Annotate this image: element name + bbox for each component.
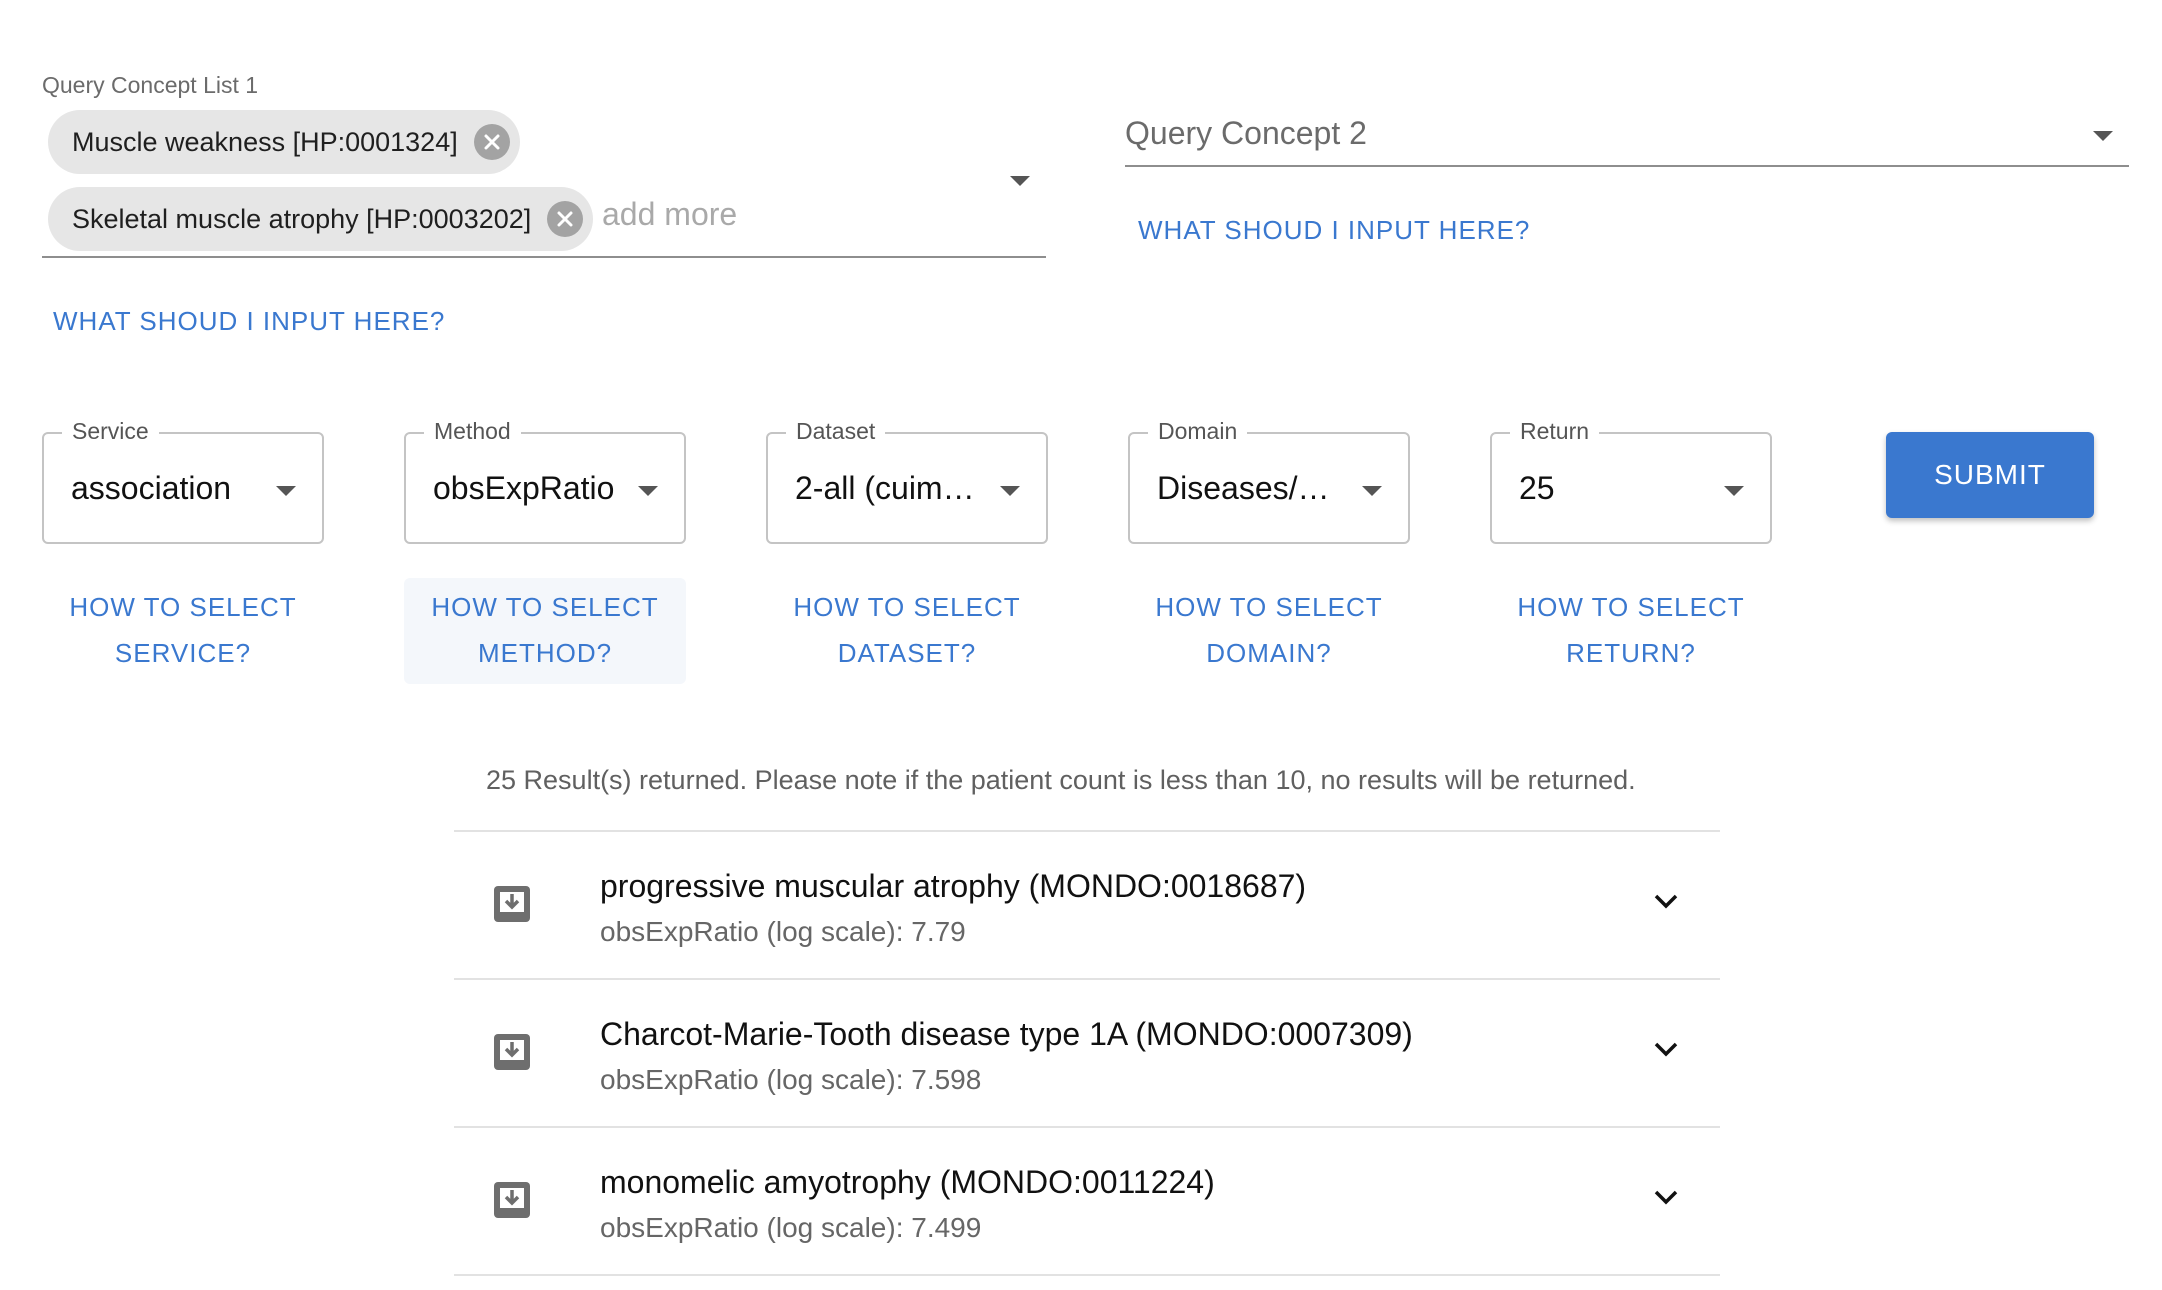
dataset-select-label: Dataset xyxy=(786,418,886,445)
dataset-select[interactable]: Dataset 2-all (cuim… xyxy=(766,418,1048,544)
add-more-placeholder[interactable]: add more xyxy=(602,196,737,233)
download-icon[interactable] xyxy=(492,1180,532,1220)
results-count-note: 25 Result(s) returned. Please note if th… xyxy=(486,765,1636,795)
remove-chip-icon[interactable] xyxy=(473,124,510,160)
help-line: HOW TO SELECT xyxy=(793,592,1021,622)
query2-help-link[interactable]: WHAT SHOUD I INPUT HERE? xyxy=(1138,207,1530,253)
help-line: HOW TO SELECT xyxy=(431,592,659,622)
how-to-select-dataset-link[interactable]: HOW TO SELECT DATASET? xyxy=(766,578,1048,684)
result-row[interactable]: Charcot-Marie-Tooth disease type 1A (MON… xyxy=(454,980,1720,1128)
how-to-select-domain-link[interactable]: HOW TO SELECT DOMAIN? xyxy=(1128,578,1410,684)
help-line: DOMAIN? xyxy=(1206,638,1332,668)
concept-chip: Skeletal muscle atrophy [HP:0003202] xyxy=(48,187,594,251)
return-select[interactable]: Return 25 xyxy=(1490,418,1772,544)
return-select-label: Return xyxy=(1510,418,1600,445)
dropdown-caret-icon xyxy=(1362,486,1382,496)
method-select-value: obsExpRatio xyxy=(433,470,615,506)
service-select[interactable]: Service association xyxy=(42,418,324,544)
help-line: DATASET? xyxy=(837,638,977,668)
domain-select-value: Diseases/… xyxy=(1157,470,1330,506)
submit-button[interactable]: SUBMIT xyxy=(1886,432,2094,518)
help-line: HOW TO SELECT xyxy=(1517,592,1745,622)
download-icon[interactable] xyxy=(492,1032,532,1072)
help-line: HOW TO SELECT xyxy=(1155,592,1383,622)
remove-chip-icon[interactable] xyxy=(547,201,584,237)
help-line: HOW TO SELECT xyxy=(69,592,297,622)
result-title: monomelic amyotrophy (MONDO:0011224) xyxy=(600,1164,1215,1200)
dataset-select-value: 2-all (cuim… xyxy=(795,470,975,506)
help-line: RETURN? xyxy=(1566,638,1696,668)
help-line: SERVICE? xyxy=(114,638,252,668)
service-select-label: Service xyxy=(62,418,159,445)
dropdown-caret-icon xyxy=(1724,486,1744,496)
dropdown-caret-icon[interactable] xyxy=(2093,131,2113,141)
method-select-label: Method xyxy=(424,418,521,445)
query1-help-link[interactable]: WHAT SHOUD I INPUT HERE? xyxy=(53,298,445,344)
concept-chip: Muscle weakness [HP:0001324] xyxy=(48,110,520,174)
domain-select-label: Domain xyxy=(1148,418,1248,445)
chip-label: Muscle weakness [HP:0001324] xyxy=(72,126,458,157)
result-title: progressive muscular atrophy (MONDO:0018… xyxy=(600,868,1307,904)
chevron-down-icon[interactable] xyxy=(1652,892,1680,912)
result-score: obsExpRatio (log scale): 7.79 xyxy=(600,916,966,947)
dropdown-caret-icon xyxy=(276,486,296,496)
dropdown-caret-icon[interactable] xyxy=(1010,176,1030,186)
chevron-down-icon[interactable] xyxy=(1652,1040,1680,1060)
page: Query Concept List 1 Muscle weakness [HP… xyxy=(0,0,2162,1290)
chip-label: Skeletal muscle atrophy [HP:0003202] xyxy=(72,203,532,234)
dropdown-caret-icon xyxy=(638,486,658,496)
result-row[interactable]: progressive muscular atrophy (MONDO:0018… xyxy=(454,832,1720,980)
query-concept-2-input[interactable]: Query Concept 2 xyxy=(1125,105,2129,167)
dropdown-caret-icon xyxy=(1000,486,1020,496)
result-title: Charcot-Marie-Tooth disease type 1A (MON… xyxy=(600,1016,1413,1052)
result-score: obsExpRatio (log scale): 7.499 xyxy=(600,1212,982,1243)
how-to-select-return-link[interactable]: HOW TO SELECT RETURN? xyxy=(1490,578,1772,684)
how-to-select-method-link[interactable]: HOW TO SELECT METHOD? xyxy=(404,578,686,684)
results-list: progressive muscular atrophy (MONDO:0018… xyxy=(454,830,1720,1276)
how-to-select-service-link[interactable]: HOW TO SELECT SERVICE? xyxy=(42,578,324,684)
download-icon[interactable] xyxy=(492,884,532,924)
query-concept-2-placeholder: Query Concept 2 xyxy=(1125,115,1367,151)
query-concept-list-1-input[interactable]: Muscle weakness [HP:0001324] Skeletal mu… xyxy=(42,102,1046,258)
return-select-value: 25 xyxy=(1519,470,1555,506)
service-select-value: association xyxy=(71,470,232,506)
domain-select[interactable]: Domain Diseases/… xyxy=(1128,418,1410,544)
result-score: obsExpRatio (log scale): 7.598 xyxy=(600,1064,982,1095)
method-select[interactable]: Method obsExpRatio xyxy=(404,418,686,544)
chevron-down-icon[interactable] xyxy=(1652,1188,1680,1208)
help-line: METHOD? xyxy=(477,638,613,668)
query-concept-list-1-label: Query Concept List 1 xyxy=(42,72,259,98)
result-row[interactable]: monomelic amyotrophy (MONDO:0011224) obs… xyxy=(454,1128,1720,1276)
